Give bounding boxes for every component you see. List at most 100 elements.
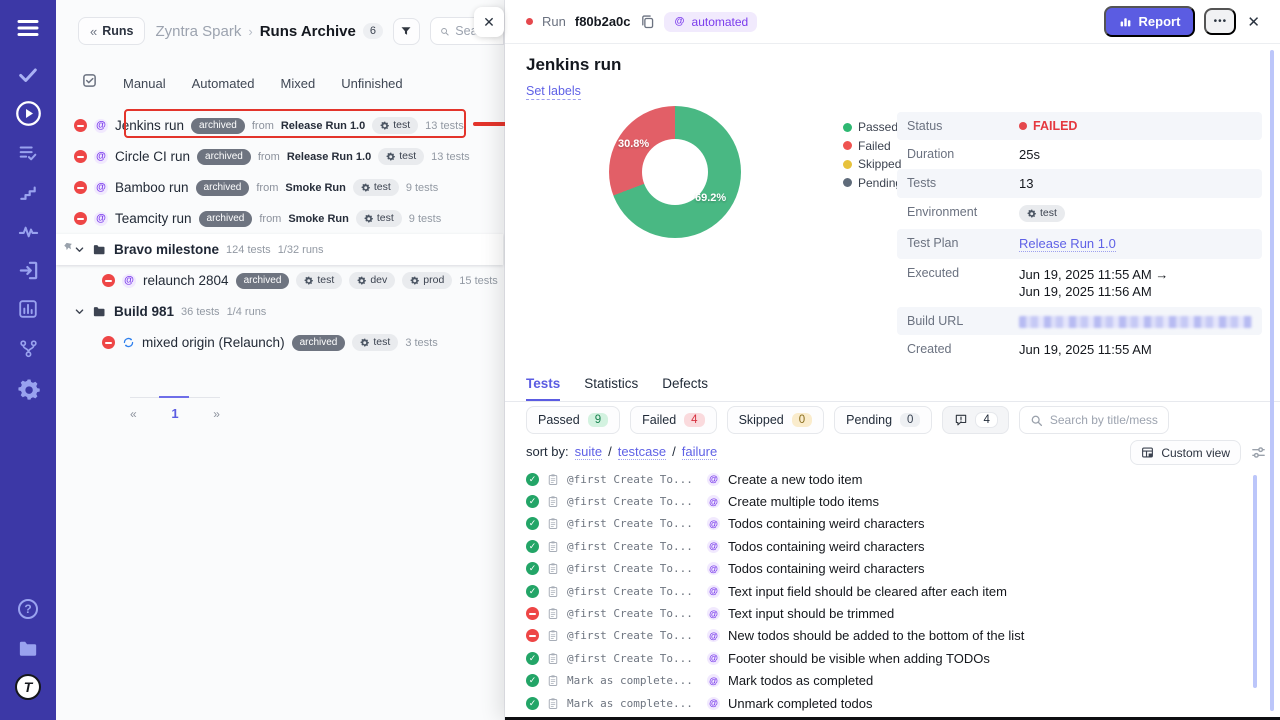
filter-chip-passed[interactable]: Passed9 [526,406,620,434]
filter-funnel-button[interactable] [393,18,420,45]
pagination-page-1[interactable]: 1 [171,406,178,421]
source-run-name: Release Run 1.0 [287,151,371,163]
projects-folder-icon[interactable] [0,635,56,661]
steps-icon[interactable] [0,180,56,206]
failed-status-icon [74,212,87,225]
run-folder-row[interactable]: Build 98136 tests1/4 runs [56,296,503,327]
hamburger-menu-icon[interactable] [0,15,56,41]
run-row[interactable]: @relaunch 2804archivedtestdevprod15 test… [56,265,503,296]
test-row[interactable]: ✓@first Create To...@Todos containing we… [526,558,1244,580]
suite-name: @first Create To... [567,517,699,530]
run-name: relaunch 2804 [143,273,229,288]
run-row[interactable]: @Circle CI runarchivedfromRelease Run 1.… [56,141,503,172]
activity-pulse-icon[interactable] [0,218,56,244]
sort-by-label: sort by: [526,444,569,460]
back-to-runs-button[interactable]: « Runs [78,17,145,45]
from-label: from [256,182,278,194]
close-drawer-button[interactable]: ✕ [1245,13,1262,31]
environment-badge[interactable]: test [1019,205,1065,222]
help-icon[interactable]: ? [0,596,56,622]
passed-icon: ✓ [526,652,539,665]
test-row[interactable]: @first Create To...@New todos should be … [526,625,1244,647]
pagination-prev[interactable]: « [130,407,137,421]
sort-by-suite[interactable]: suite [575,444,602,460]
tests-check-icon[interactable] [0,62,56,88]
sort-by-failure[interactable]: failure [682,444,717,460]
breadcrumb-page: Runs Archive [260,23,356,40]
run-id: f80b2a0c [575,14,631,29]
legend-item-failed: Failed [843,139,902,153]
panel-close-button[interactable]: ✕ [474,7,504,37]
custom-view-label: Custom view [1161,446,1230,460]
sliders-icon[interactable] [1251,445,1266,460]
tab-tests[interactable]: Tests [526,376,560,401]
tests-search[interactable] [1019,406,1169,434]
breadcrumb-separator: › [248,24,252,39]
filter-count-badge: 4 [684,413,704,427]
suite-name: @first Create To... [567,540,699,553]
test-plan-link[interactable]: Release Run 1.0 [1019,236,1116,252]
tests-count: 13 tests [431,151,470,163]
testcase-clipboard-icon [547,652,559,665]
select-all-icon[interactable] [82,73,97,93]
tests-search-input[interactable] [1050,413,1158,427]
automated-icon: @ [707,517,720,530]
test-row[interactable]: ✓@first Create To...@Create a new todo i… [526,468,1244,490]
environment-name: test [374,181,391,193]
test-row[interactable]: ✓Mark as complete...@Unmark completed to… [526,692,1244,714]
test-row[interactable]: ✓@first Create To...@Create multiple tod… [526,490,1244,512]
report-button[interactable]: Report [1104,6,1196,37]
branches-icon[interactable] [0,335,56,361]
test-row[interactable]: ✓Mark as complete...@Mark todos as compl… [526,670,1244,692]
build-url-redacted-link[interactable] [1019,316,1252,328]
filter-chip-skipped[interactable]: Skipped0 [727,406,825,434]
import-icon[interactable] [0,257,56,283]
report-label: Report [1139,14,1181,29]
run-row[interactable]: mixed origin (Relaunch)archivedtest3 tes… [56,327,503,358]
testcase-clipboard-icon [547,540,559,553]
automated-badge: @ automated [664,12,758,32]
more-options-button[interactable]: ••• [1204,8,1236,35]
test-row[interactable]: ✓@first Create To...@Todos containing we… [526,535,1244,557]
tab-unfinished[interactable]: Unfinished [341,76,402,91]
profile-avatar[interactable]: T [0,674,56,700]
tab-defects[interactable]: Defects [662,376,708,401]
drawer-scrollbar[interactable] [1270,50,1274,711]
run-row[interactable]: @Bamboo runarchivedfromSmoke Runtest9 te… [56,172,503,203]
filter-chip-failed[interactable]: Failed4 [630,406,716,434]
automated-icon: @ [122,274,136,288]
source-run-name: Release Run 1.0 [281,120,365,132]
copy-icon[interactable] [640,14,655,29]
comments-filter-chip[interactable]: 4 [942,406,1008,434]
tab-mixed[interactable]: Mixed [281,76,316,91]
run-info-table: StatusFAILEDDuration25sTests13Environmen… [897,112,1262,364]
test-title: New todos should be added to the bottom … [728,628,1024,643]
test-plans-icon[interactable] [0,140,56,166]
test-row[interactable]: @first Create To...@Text input should be… [526,602,1244,624]
pagination-next[interactable]: » [213,407,220,421]
tests-scrollbar[interactable] [1253,475,1257,688]
tab-automated[interactable]: Automated [192,76,255,91]
tab-statistics[interactable]: Statistics [584,376,638,401]
back-chevrons: « [90,24,97,39]
runs-filter-tabs: Manual Automated Mixed Unfinished [82,72,403,94]
run-row[interactable]: @Teamcity runarchivedfromSmoke Runtest9 … [56,203,503,234]
settings-gear-icon[interactable] [0,376,56,402]
test-row[interactable]: ✓@first Create To...@Text input field sh… [526,580,1244,602]
legend-label: Passed [858,120,898,134]
suite-name: @first Create To... [567,495,699,508]
custom-view-button[interactable]: Custom view [1130,440,1241,465]
runs-play-icon[interactable] [0,100,56,126]
sort-by-testcase[interactable]: testcase [618,444,666,460]
analytics-icon[interactable] [0,296,56,322]
tab-manual[interactable]: Manual [123,76,166,91]
run-folder-row[interactable]: Bravo milestone124 tests1/32 runs [56,234,503,265]
tests-list: ✓@first Create To...@Create a new todo i… [526,468,1244,717]
test-row[interactable]: ✓@first Create To...@Todos containing we… [526,513,1244,535]
run-row[interactable]: @Jenkins runarchivedfromRelease Run 1.0t… [56,110,503,141]
filter-chip-pending[interactable]: Pending0 [834,406,932,434]
set-labels-link[interactable]: Set labels [526,84,581,100]
test-row[interactable]: ✓@first Create To...@Footer should be vi… [526,647,1244,669]
breadcrumb-project[interactable]: Zyntra Spark [155,23,241,40]
folder-name: Build 981 [114,304,174,319]
